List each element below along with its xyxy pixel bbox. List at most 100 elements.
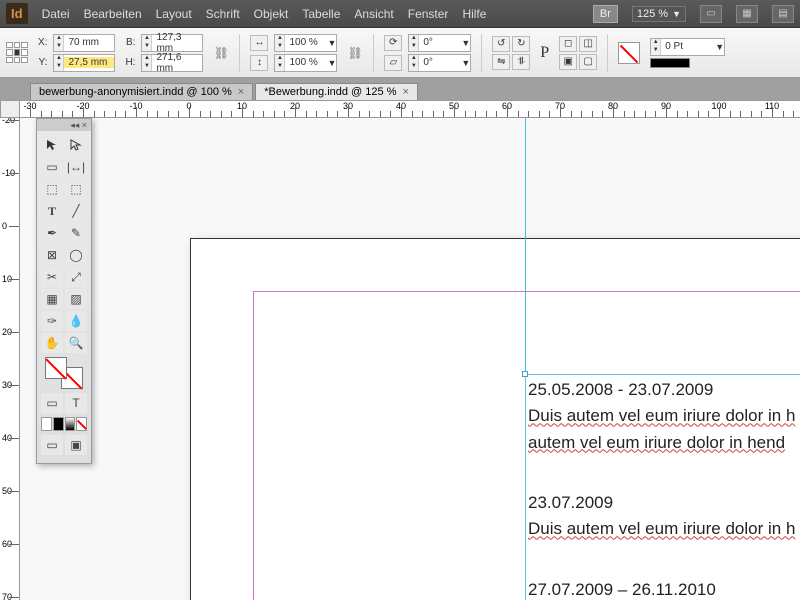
scale-y-icon: ↕	[250, 55, 268, 71]
view-mode-preview[interactable]: ▣	[65, 435, 87, 455]
rotate-group: ⟳ ▲▼0°▼ ▱ ▲▼0°▼	[384, 34, 471, 72]
document-tabs: bewerbung-anonymisiert.indd @ 100 % × *B…	[0, 78, 800, 100]
select-container-icon[interactable]: ◻	[559, 36, 577, 52]
menu-schrift[interactable]: Schrift	[206, 7, 240, 21]
scale-x-icon: ↔	[250, 35, 268, 51]
content-placer-tool[interactable]: ⬚	[65, 179, 87, 199]
bridge-button[interactable]: Br	[593, 5, 618, 23]
gap-tool[interactable]: |↔|	[65, 157, 87, 177]
type-tool[interactable]: T	[41, 201, 63, 221]
fit-frame-icon[interactable]: ▣	[559, 54, 577, 70]
frame-handle[interactable]	[522, 371, 528, 377]
menubar: Id Datei Bearbeiten Layout Schrift Objek…	[0, 0, 800, 28]
gradient-feather-tool[interactable]: ▨	[65, 289, 87, 309]
pen-tool[interactable]: ✒	[41, 223, 63, 243]
app-logo: Id	[6, 3, 28, 24]
formatting-container-icon[interactable]: ▭	[41, 393, 63, 413]
shear-field[interactable]: ▲▼0°▼	[408, 54, 471, 72]
select-content-icon[interactable]: ◫	[579, 36, 597, 52]
menu-hilfe[interactable]: Hilfe	[462, 7, 486, 21]
constrain-scale-icon[interactable]: ⛓	[347, 35, 363, 71]
color-apply-row	[41, 417, 87, 431]
tab-label: *Bewerbung.indd @ 125 %	[264, 86, 396, 98]
flip-h-icon[interactable]: ⇋	[492, 54, 510, 70]
text-line: Duis autem vel eum iriure dolor in h	[528, 519, 795, 538]
scissors-tool[interactable]: ✂	[41, 267, 63, 287]
view-mode-normal[interactable]: ▭	[41, 435, 63, 455]
y-label: Y:	[38, 57, 47, 68]
zoom-tool[interactable]: 🔍	[65, 333, 87, 353]
x-field[interactable]: ▲▼70 mm	[53, 34, 115, 52]
tab-1[interactable]: *Bewerbung.indd @ 125 % ×	[255, 83, 418, 100]
content-indicator: P	[540, 44, 549, 62]
flip-v-icon[interactable]: ⥮	[512, 54, 530, 70]
fill-stroke-swatches[interactable]	[45, 357, 83, 389]
menu-bearbeiten[interactable]: Bearbeiten	[84, 7, 142, 21]
apply-gradient[interactable]	[65, 417, 76, 431]
w-label: B:	[125, 37, 135, 48]
position-group: X: ▲▼70 mm Y: ▲▼27,5 mm	[38, 34, 115, 72]
menu-tabelle[interactable]: Tabelle	[302, 7, 340, 21]
menu-fenster[interactable]: Fenster	[408, 7, 449, 21]
menu-ansicht[interactable]: Ansicht	[354, 7, 393, 21]
hand-tool[interactable]: ✋	[41, 333, 63, 353]
note-tool[interactable]: ✑	[41, 311, 63, 331]
gradient-swatch-tool[interactable]: ▦	[41, 289, 63, 309]
rectangle-tool[interactable]: ◯	[65, 245, 87, 265]
scale-y-field[interactable]: ▲▼100 %▼	[274, 54, 337, 72]
quick-rotate-group: ↺ ↻ ⇋ ⥮	[492, 36, 530, 70]
rotate-icon: ⟳	[384, 35, 402, 51]
tab-0[interactable]: bewerbung-anonymisiert.indd @ 100 % ×	[30, 83, 253, 100]
horizontal-ruler[interactable]: -30-20-100102030405060708090100110120130	[20, 100, 800, 118]
eyedropper-tool[interactable]: 💧	[65, 311, 87, 331]
text-date-2: 23.07.2009	[528, 490, 800, 516]
screen-mode-icon[interactable]: ▭	[700, 5, 722, 23]
text-line: Duis autem vel eum iriure dolor in h	[528, 406, 795, 425]
panel-collapse-icon[interactable]: ◂◂ ×	[37, 119, 91, 131]
page-tool[interactable]: ▭	[41, 157, 63, 177]
vertical-ruler[interactable]: -20-100102030405060708090100	[0, 118, 20, 600]
tab-label: bewerbung-anonymisiert.indd @ 100 %	[39, 86, 232, 98]
rectangle-frame-tool[interactable]: ⊠	[41, 245, 63, 265]
document-text: 25.05.2008 - 23.07.2009 Duis autem vel e…	[528, 377, 800, 600]
pencil-tool[interactable]: ✎	[65, 223, 87, 243]
size-group: B: ▲▼127,3 mm H: ▲▼271,6 mm	[125, 34, 203, 72]
rotate-field[interactable]: ▲▼0°▼	[408, 34, 471, 52]
text-date-3: 27.07.2009 – 26.11.2010	[528, 577, 800, 600]
menu-layout[interactable]: Layout	[156, 7, 192, 21]
ruler-origin[interactable]	[0, 100, 20, 118]
line-tool[interactable]: ╱	[65, 201, 87, 221]
stroke-group: ▲▼0 Pt▼	[650, 38, 725, 68]
formatting-text-icon[interactable]: T	[65, 393, 87, 413]
apply-color[interactable]	[53, 417, 64, 431]
menu-datei[interactable]: Datei	[42, 7, 70, 21]
h-field[interactable]: ▲▼271,6 mm	[141, 54, 203, 72]
w-field[interactable]: ▲▼127,3 mm	[141, 34, 203, 52]
document-canvas[interactable]: 25.05.2008 - 23.07.2009 Duis autem vel e…	[20, 118, 800, 600]
y-field[interactable]: ▲▼27,5 mm	[53, 54, 115, 72]
text-line: autem vel eum iriure dolor in hend	[528, 433, 785, 452]
arrange-icon[interactable]: ▦	[736, 5, 758, 23]
stroke-style[interactable]	[650, 58, 690, 68]
selection-tool[interactable]	[41, 135, 63, 155]
menu-objekt[interactable]: Objekt	[254, 7, 289, 21]
fill-swatch[interactable]	[618, 42, 640, 64]
stroke-weight-field[interactable]: ▲▼0 Pt▼	[650, 38, 725, 56]
apply-none[interactable]	[41, 417, 52, 431]
content-collector-tool[interactable]: ⬚	[41, 179, 63, 199]
fit-content-icon[interactable]: ▢	[579, 54, 597, 70]
direct-selection-tool[interactable]	[65, 135, 87, 155]
close-icon[interactable]: ×	[402, 86, 408, 98]
apply-nofill[interactable]	[76, 417, 87, 431]
close-icon[interactable]: ×	[238, 86, 244, 98]
zoom-select[interactable]: 125 %▼	[632, 6, 686, 22]
scale-x-field[interactable]: ▲▼100 %▼	[274, 34, 337, 52]
text-frame[interactable]: 25.05.2008 - 23.07.2009 Duis autem vel e…	[525, 374, 800, 600]
rotate-cw-icon[interactable]: ↻	[512, 36, 530, 52]
rotate-ccw-icon[interactable]: ↺	[492, 36, 510, 52]
view-options-icon[interactable]: ▤	[772, 5, 794, 23]
tools-panel[interactable]: ◂◂ × ▭|↔| ⬚⬚ T╱ ✒✎ ⊠◯ ✂⤢ ▦▨ ✑💧 ✋🔍 ▭T ▭▣	[36, 118, 92, 464]
free-transform-tool[interactable]: ⤢	[65, 267, 87, 287]
reference-point[interactable]	[6, 42, 28, 64]
constrain-wh-icon[interactable]: ⛓	[213, 35, 229, 71]
